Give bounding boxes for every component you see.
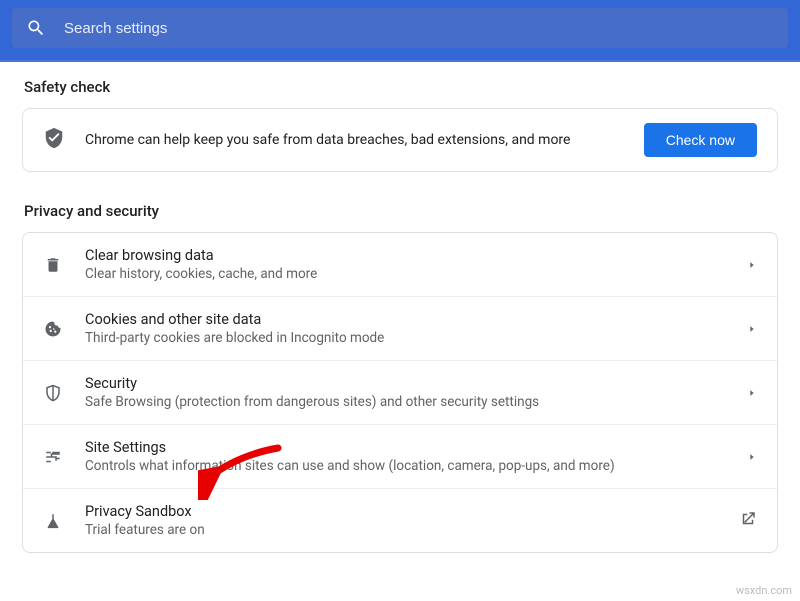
search-input[interactable]	[64, 20, 774, 37]
chevron-right-icon	[747, 319, 757, 338]
row-title: Cookies and other site data	[85, 311, 747, 328]
row-body: Clear browsing data Clear history, cookie…	[85, 247, 747, 282]
row-title: Clear browsing data	[85, 247, 747, 264]
privacy-item-cookies-and-other-site-data[interactable]: Cookies and other site data Third-party c…	[23, 296, 777, 360]
row-body: Site Settings Controls what information s…	[85, 439, 747, 474]
search-icon	[26, 18, 46, 38]
row-title: Site Settings	[85, 439, 747, 456]
shield-icon	[43, 127, 65, 153]
privacy-item-clear-browsing-data[interactable]: Clear browsing data Clear history, cookie…	[23, 233, 777, 296]
safety-check-card: Chrome can help keep you safe from data …	[22, 108, 778, 172]
row-subtitle: Third-party cookies are blocked in Incog…	[85, 330, 747, 346]
row-subtitle: Clear history, cookies, cache, and more	[85, 266, 747, 282]
cookie-icon	[43, 320, 63, 338]
search-bar	[0, 0, 800, 62]
privacy-security-card: Clear browsing data Clear history, cookie…	[22, 232, 778, 553]
row-body: Cookies and other site data Third-party c…	[85, 311, 747, 346]
tune-icon	[43, 448, 63, 466]
row-body: Privacy Sandbox Trial features are on	[85, 503, 739, 538]
safety-check-text: Chrome can help keep you safe from data …	[85, 132, 644, 148]
check-now-button[interactable]: Check now	[644, 123, 757, 157]
search-box[interactable]	[12, 8, 788, 48]
row-subtitle: Safe Browsing (protection from dangerous…	[85, 394, 747, 410]
flask-icon	[43, 512, 63, 530]
chevron-right-icon	[747, 255, 757, 274]
trash-icon	[43, 256, 63, 274]
row-body: Security Safe Browsing (protection from d…	[85, 375, 747, 410]
chevron-right-icon	[747, 447, 757, 466]
chevron-right-icon	[747, 383, 757, 402]
privacy-security-heading: Privacy and security	[0, 172, 800, 230]
privacy-item-privacy-sandbox[interactable]: Privacy Sandbox Trial features are on	[23, 488, 777, 552]
safety-check-row: Chrome can help keep you safe from data …	[23, 109, 777, 171]
shield-outline-icon	[43, 384, 63, 402]
safety-check-heading: Safety check	[0, 62, 800, 106]
privacy-item-site-settings[interactable]: Site Settings Controls what information s…	[23, 424, 777, 488]
row-subtitle: Controls what information sites can use …	[85, 458, 747, 474]
watermark: wsxdn.com	[736, 584, 792, 597]
row-title: Privacy Sandbox	[85, 503, 739, 520]
external-link-icon	[739, 510, 757, 532]
row-subtitle: Trial features are on	[85, 522, 739, 538]
privacy-item-security[interactable]: Security Safe Browsing (protection from d…	[23, 360, 777, 424]
row-title: Security	[85, 375, 747, 392]
